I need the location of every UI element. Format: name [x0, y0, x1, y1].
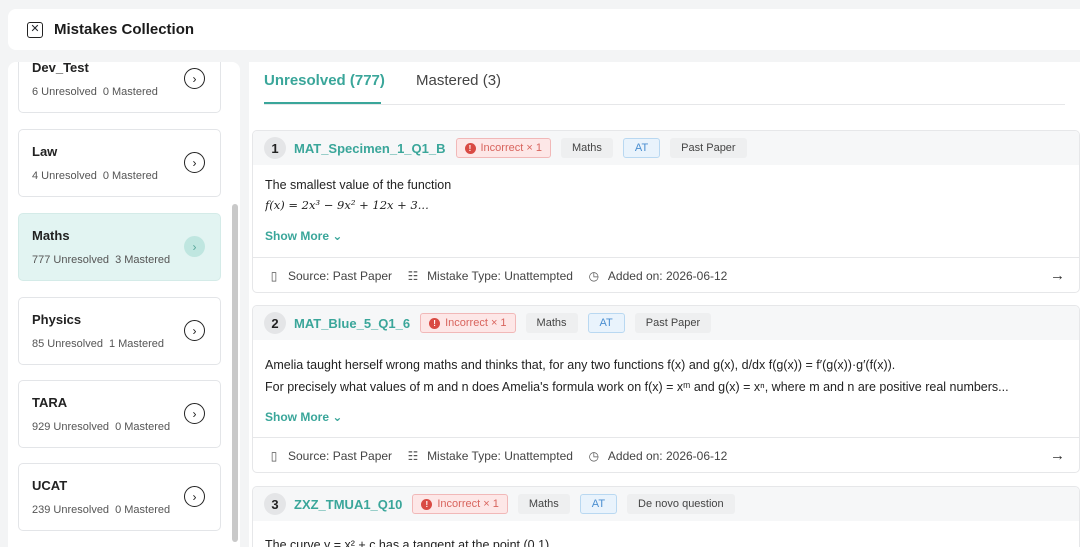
- document-icon: ▯: [270, 268, 278, 283]
- subject-counts: 6 Unresolved 0 Mastered: [32, 86, 158, 98]
- subject-name: Physics: [32, 312, 82, 327]
- source-meta: ▯ Source: Past Paper: [268, 269, 392, 283]
- page-title: Mistakes Collection: [54, 21, 195, 38]
- question-card[interactable]: 2 MAT_Blue_5_Q1_6 ! Incorrect × 1 Maths A…: [252, 305, 1080, 473]
- chevron-down-icon: ⌄: [332, 229, 343, 243]
- chevron-right-icon[interactable]: ›: [184, 236, 205, 257]
- chevron-right-icon[interactable]: ›: [184, 403, 205, 424]
- question-text: Amelia taught herself wrong maths and th…: [265, 355, 1069, 397]
- document-icon: ▯: [270, 448, 278, 463]
- subject-counts: 239 Unresolved 0 Mastered: [32, 504, 171, 516]
- alert-icon: !: [464, 142, 476, 154]
- question-footer: ▯ Source: Past Paper ☷ Mistake Type: Unatt…: [253, 257, 1079, 292]
- alert-icon: !: [421, 498, 433, 510]
- incorrect-badge: ! Incorrect × 1: [455, 138, 551, 158]
- question-formula: f(x) = 2x³ − 9x² + 12x + 3...: [265, 198, 429, 212]
- active-tab-indicator: [264, 102, 381, 104]
- question-header: 1 MAT_Specimen_1_Q1_B ! Incorrect × 1 Mat…: [253, 131, 1079, 165]
- subject-counts: 777 Unresolved 3 Mastered: [32, 254, 171, 266]
- main-panel: Unresolved (777) Mastered (3) 1 MAT_Spec…: [249, 62, 1080, 547]
- sidebar-scrollbar[interactable]: [232, 62, 238, 547]
- scrollbar-thumb[interactable]: [232, 204, 238, 542]
- arrow-right-icon[interactable]: →: [1050, 267, 1065, 284]
- chevron-down-icon: ⌄: [332, 410, 343, 424]
- tab-unresolved[interactable]: Unresolved (777): [264, 72, 385, 89]
- alert-icon: !: [429, 317, 441, 329]
- question-id-link[interactable]: MAT_Blue_5_Q1_6: [294, 316, 410, 331]
- subject-tag: Maths: [525, 313, 578, 333]
- question-id-link[interactable]: MAT_Specimen_1_Q1_B: [294, 141, 446, 156]
- list-icon: ☷: [407, 268, 419, 283]
- subject-name: UCAT: [32, 478, 68, 493]
- subject-counts: 929 Unresolved 0 Mastered: [32, 421, 171, 433]
- source-tag: Past Paper: [670, 138, 747, 158]
- arrow-right-icon[interactable]: →: [1050, 447, 1065, 464]
- subject-counts: 4 Unresolved 0 Mastered: [32, 170, 158, 182]
- status-tabs: Unresolved (777) Mastered (3): [249, 62, 1080, 105]
- question-header: 3 ZXZ_TMUA1_Q10 ! Incorrect × 1 Maths AT …: [253, 487, 1079, 521]
- subject-counts: 85 Unresolved 1 Mastered: [32, 338, 164, 350]
- subject-sidebar: Dev_Test 6 Unresolved 0 Mastered › Law 4 …: [8, 62, 240, 547]
- chevron-right-icon[interactable]: ›: [184, 152, 205, 173]
- subject-card-ucat[interactable]: UCAT 239 Unresolved 0 Mastered ›: [18, 463, 221, 531]
- question-text: The smallest value of the function f(x) …: [265, 175, 1069, 215]
- subject-name: Dev_Test: [32, 62, 89, 75]
- subject-card-dev-test[interactable]: Dev_Test 6 Unresolved 0 Mastered ›: [18, 62, 221, 113]
- question-id-link[interactable]: ZXZ_TMUA1_Q10: [294, 497, 402, 512]
- page-header: ✕ Mistakes Collection: [8, 9, 1080, 50]
- subject-card-law[interactable]: Law 4 Unresolved 0 Mastered ›: [18, 129, 221, 197]
- subject-card-tara[interactable]: TARA 929 Unresolved 0 Mastered ›: [18, 380, 221, 448]
- incorrect-badge: ! Incorrect × 1: [412, 494, 508, 514]
- show-more-link[interactable]: Show More ⌄: [265, 229, 342, 243]
- list-icon: ☷: [407, 448, 419, 463]
- chevron-right-icon[interactable]: ›: [184, 320, 205, 341]
- question-card[interactable]: 1 MAT_Specimen_1_Q1_B ! Incorrect × 1 Mat…: [252, 130, 1080, 293]
- clock-icon: ◷: [588, 268, 600, 283]
- tab-mastered[interactable]: Mastered (3): [416, 72, 501, 89]
- chevron-right-icon[interactable]: ›: [184, 486, 205, 507]
- subject-name: Law: [32, 144, 58, 159]
- question-line: Amelia taught herself wrong maths and th…: [265, 358, 896, 372]
- question-card[interactable]: 3 ZXZ_TMUA1_Q10 ! Incorrect × 1 Maths AT …: [252, 486, 1080, 547]
- chevron-right-icon[interactable]: ›: [184, 68, 205, 89]
- source-tag: De novo question: [627, 494, 735, 514]
- clock-icon: ◷: [588, 448, 600, 463]
- question-line: For precisely what values of m and n doe…: [265, 380, 1009, 394]
- added-date-meta: ◷ Added on: 2026-06-12: [588, 268, 728, 283]
- added-date-meta: ◷ Added on: 2026-06-12: [588, 448, 728, 463]
- mistake-type-meta: ☷ Mistake Type: Unattempted: [407, 268, 573, 283]
- mistake-type-meta: ☷ Mistake Type: Unattempted: [407, 448, 573, 463]
- type-tag: AT: [579, 494, 618, 514]
- question-number: 1: [264, 137, 286, 159]
- question-line: The smallest value of the function: [265, 178, 452, 192]
- subject-tag: Maths: [560, 138, 613, 158]
- show-more-link[interactable]: Show More ⌄: [265, 410, 342, 424]
- question-number: 3: [264, 493, 286, 515]
- question-text: The curve y = x² + c has a tangent at th…: [265, 535, 1069, 547]
- type-tag: AT: [622, 138, 661, 158]
- subject-tag: Maths: [517, 494, 570, 514]
- tabs-divider: [264, 104, 1065, 105]
- question-number: 2: [264, 312, 286, 334]
- type-tag: AT: [587, 313, 625, 333]
- subject-card-physics[interactable]: Physics 85 Unresolved 1 Mastered ›: [18, 297, 221, 365]
- source-tag: Past Paper: [634, 313, 712, 333]
- question-footer: ▯ Source: Past Paper ☷ Mistake Type: Unatt…: [253, 437, 1079, 472]
- source-meta: ▯ Source: Past Paper: [268, 449, 392, 463]
- subject-card-maths[interactable]: Maths 777 Unresolved 3 Mastered ›: [18, 213, 221, 281]
- subject-name: TARA: [32, 395, 68, 410]
- close-icon[interactable]: ✕: [27, 21, 43, 38]
- incorrect-badge: ! Incorrect × 1: [420, 313, 516, 333]
- subject-name: Maths: [32, 228, 70, 243]
- question-header: 2 MAT_Blue_5_Q1_6 ! Incorrect × 1 Maths A…: [253, 306, 1079, 340]
- question-line: The curve y = x² + c has a tangent at th…: [265, 538, 550, 547]
